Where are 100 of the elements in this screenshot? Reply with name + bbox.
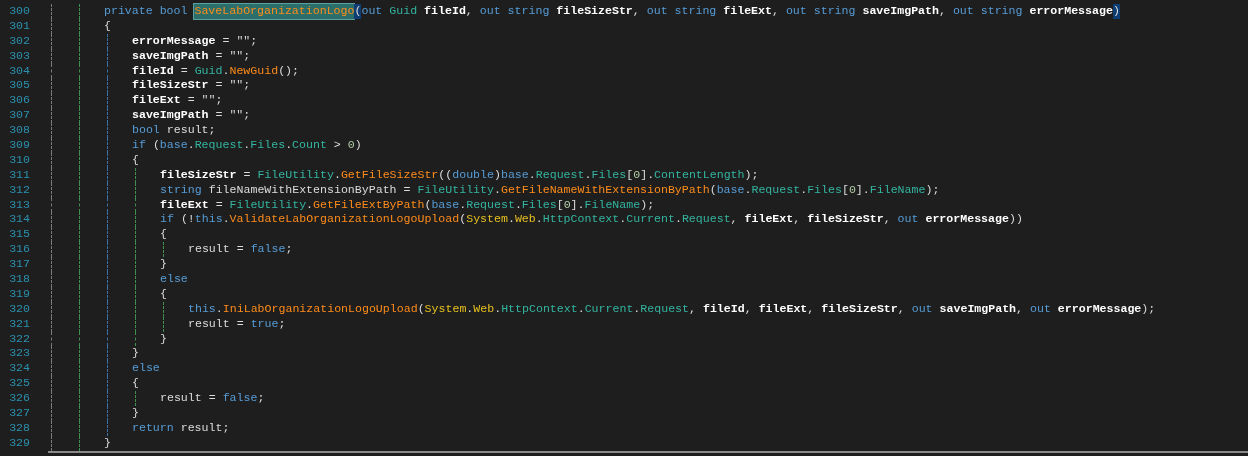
code-text: ); <box>1141 301 1156 317</box>
code-text: . <box>459 197 467 213</box>
code-text: , <box>465 4 474 19</box>
variable-name: errorMessage <box>925 212 1009 228</box>
line-number: 307 <box>8 108 30 124</box>
namespace-name: Web <box>473 301 495 317</box>
line-number: 300 <box>8 4 30 19</box>
code-text: . <box>577 301 585 317</box>
method-name: GetFileExtByPath <box>313 197 425 213</box>
variable-name: saveImgPath <box>862 4 939 19</box>
type-name: Files <box>807 182 842 198</box>
keyword: base <box>431 197 460 213</box>
code-text: (( <box>438 167 453 183</box>
code-text: . <box>674 212 682 228</box>
line-number: 327 <box>8 406 30 421</box>
string-literal: "" <box>236 33 251 49</box>
code-text: } <box>132 346 139 362</box>
variable-name: fileExt <box>132 93 181 109</box>
code-text: ; <box>285 242 293 258</box>
variable-name: fileId <box>132 63 174 79</box>
line-number: 326 <box>8 391 30 407</box>
code-text: . <box>800 182 808 198</box>
string-literal: "" <box>229 108 244 124</box>
keyword: if <box>132 138 147 153</box>
keyword: out string <box>479 4 551 19</box>
code-text: , <box>632 4 641 19</box>
keyword: false <box>222 391 258 407</box>
code-text: ; <box>278 316 286 332</box>
line-number: 328 <box>8 420 30 436</box>
keyword: out string <box>785 4 857 19</box>
code-text: { <box>104 18 111 34</box>
code-text: , <box>744 301 753 317</box>
code-text: ; <box>215 93 223 109</box>
code-text: result; <box>166 123 216 138</box>
line-number: 302 <box>8 33 30 49</box>
type-name: Request <box>535 167 585 183</box>
code-text: ; <box>243 78 251 94</box>
line-number: 311 <box>8 167 30 183</box>
variable-name: fileId <box>424 4 466 19</box>
type-name: FileName <box>869 182 926 198</box>
namespace-name: Web <box>514 212 536 228</box>
keyword: out <box>897 212 920 228</box>
code-text: result = <box>188 242 245 258</box>
code-text: . <box>619 212 627 228</box>
variable-name: fileExt <box>160 197 209 213</box>
type-name: HttpContext <box>542 212 620 228</box>
keyword: base <box>159 138 188 153</box>
type-name: Request <box>751 182 801 198</box>
type-name: HttpContext <box>501 301 578 317</box>
string-literal: "" <box>229 48 244 64</box>
code-text: ]. <box>640 167 655 183</box>
code-text: , <box>807 301 816 317</box>
code-text: [ <box>556 197 564 213</box>
keyword: true <box>250 316 279 332</box>
code-text: . <box>215 301 223 317</box>
keyword: false <box>250 242 286 258</box>
keyword: return <box>132 420 175 436</box>
keyword: if <box>160 212 175 228</box>
method-name: GetFileNameWithExtensionByPath <box>500 182 710 198</box>
code-text: = <box>221 33 231 49</box>
code-text: result = <box>188 316 245 332</box>
type-name: Files <box>250 138 286 153</box>
code-text: ); <box>744 167 759 183</box>
code-text: { <box>132 376 139 392</box>
selected-method-name: SaveLabOrganizationLogo <box>194 4 355 19</box>
code-text: , <box>730 212 739 228</box>
keyword: base <box>500 167 529 183</box>
code-text: , <box>883 212 892 228</box>
code-text: = <box>179 63 189 79</box>
code-text: } <box>104 435 111 451</box>
keyword: base <box>716 182 745 198</box>
code-text: . <box>222 63 230 79</box>
method-name: NewGuid <box>229 63 279 79</box>
line-number: 317 <box>8 257 30 273</box>
type-name: FileUtility <box>257 167 334 183</box>
code-text: . <box>285 138 293 153</box>
line-number: 323 <box>8 346 30 362</box>
type-name: Current <box>626 212 675 228</box>
line-number: 314 <box>8 212 30 228</box>
variable-name: saveImgPath <box>132 48 209 64</box>
keyword: this <box>194 212 223 228</box>
type-name: Request <box>681 212 731 228</box>
variable-name: saveImgPath <box>132 108 209 124</box>
line-number: 313 <box>8 197 30 213</box>
number-literal: 0 <box>633 167 641 183</box>
code-text: ; <box>250 33 258 49</box>
line-number: 325 <box>8 376 30 392</box>
keyword: string <box>160 182 203 198</box>
type-name: Request <box>466 197 515 213</box>
code-text: . <box>494 301 502 317</box>
line-number: 310 <box>8 152 30 168</box>
variable-name: errorMessage <box>1057 301 1142 317</box>
variable-name: fileExt <box>723 4 772 19</box>
line-number: 306 <box>8 93 30 109</box>
line-number: 322 <box>8 331 30 347</box>
line-number: 301 <box>8 18 30 34</box>
variable-name: fileSizeStr <box>132 78 209 94</box>
code-text: (); <box>278 63 299 79</box>
type-name: Current <box>584 301 634 317</box>
code-text: ( <box>152 138 160 153</box>
